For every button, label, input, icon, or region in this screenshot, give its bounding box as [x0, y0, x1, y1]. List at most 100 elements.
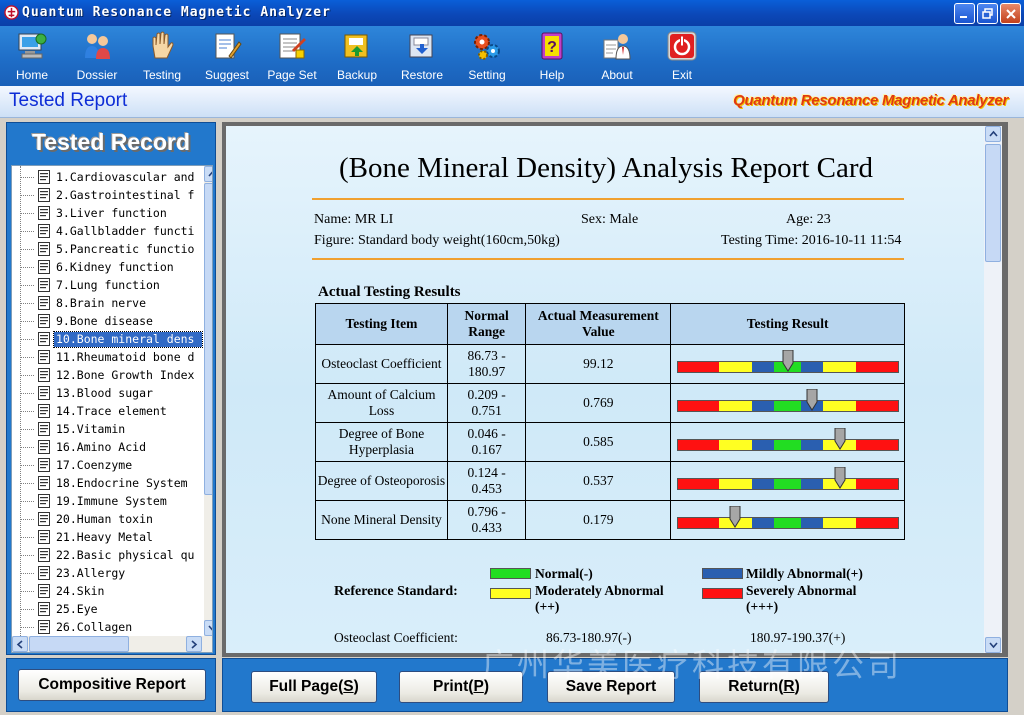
tree-item[interactable]: 1.Cardiovascular and: [12, 168, 202, 186]
tree-item[interactable]: 11.Rheumatoid bone d: [12, 348, 202, 366]
toolbar-about-button[interactable]: About: [586, 28, 648, 84]
tree-item[interactable]: 4.Gallbladder functi: [12, 222, 202, 240]
cell-normal-range: 86.73 - 180.97: [446, 344, 527, 384]
result-gauge: [676, 350, 899, 373]
toolbar-dossier-button[interactable]: Dossier: [66, 28, 128, 84]
tree-item[interactable]: 3.Liver function: [12, 204, 202, 222]
reference-label: Reference Standard:: [334, 584, 458, 599]
tree-item[interactable]: 9.Bone disease: [12, 312, 202, 330]
tree-item[interactable]: 15.Vitamin: [12, 420, 202, 438]
gauge-segment-mild: [752, 440, 775, 450]
tree-item[interactable]: 17.Coenzyme: [12, 456, 202, 474]
tree-item[interactable]: 25.Eye: [12, 600, 202, 618]
restore-icon: [409, 34, 433, 58]
tree-connector: [20, 411, 34, 412]
close-window-button[interactable]: [1000, 3, 1021, 24]
tree-item[interactable]: 8.Brain nerve: [12, 294, 202, 312]
tree-item[interactable]: 16.Amino Acid: [12, 438, 202, 456]
document-icon: [38, 296, 50, 310]
compositive-report-button[interactable]: Compositive Report: [18, 669, 206, 701]
toolbar-help-button[interactable]: ? Help: [521, 28, 583, 84]
report-vertical-scrollbar[interactable]: [984, 126, 1002, 653]
tree-item[interactable]: 23.Allergy: [12, 564, 202, 582]
gauge-segment-mild: [800, 518, 823, 528]
full-page-button[interactable]: Full Page(S): [251, 671, 377, 703]
cell-actual-value: 0.537: [525, 461, 672, 501]
normal-range-text: 86.73 - 180.97: [467, 348, 506, 379]
tree-connector: [20, 213, 34, 214]
toolbar-exit-button[interactable]: Exit: [651, 28, 713, 84]
tree-item[interactable]: 22.Basic physical qu: [12, 546, 202, 564]
scroll-up-button[interactable]: [985, 126, 1001, 142]
tree-connector: [20, 627, 34, 628]
tree-item[interactable]: 5.Pancreatic functio: [12, 240, 202, 258]
tree-item[interactable]: 10.Bone mineral dens: [12, 330, 203, 348]
gears-icon: [474, 34, 500, 60]
save-report-button[interactable]: Save Report: [547, 671, 675, 703]
h-scroll-thumb[interactable]: [29, 636, 129, 652]
print-button[interactable]: Print(P): [399, 671, 523, 703]
scroll-right-button[interactable]: [186, 636, 202, 652]
normal-range-text: 0.046 - 0.167: [467, 426, 506, 457]
divider: [312, 198, 904, 200]
toolbar-testing-button[interactable]: Testing: [131, 28, 193, 84]
tree-item[interactable]: 26.Collagen: [12, 618, 202, 636]
cell-testing-result: [670, 461, 905, 501]
tree-item[interactable]: 7.Lung function: [12, 276, 202, 294]
scroll-thumb[interactable]: [985, 144, 1001, 262]
toolbar-restore-button[interactable]: Restore: [391, 28, 453, 84]
gauge-segment-severe: [677, 362, 720, 372]
tree-item[interactable]: 19.Immune System: [12, 492, 202, 510]
document-icon: [38, 530, 50, 544]
legend-moderate-line1: Moderately Abnormal: [535, 583, 664, 598]
table-row: Degree of Bone Hyperplasia 0.046 - 0.167 0…: [315, 422, 905, 462]
tree-connector: [20, 339, 34, 340]
return-button[interactable]: Return(R): [699, 671, 829, 703]
tree-item-label: 21.Heavy Metal: [56, 530, 153, 544]
toolbar-page-set-button[interactable]: Page Set: [261, 28, 323, 84]
tree-item[interactable]: 6.Kidney function: [12, 258, 202, 276]
document-icon: [38, 242, 50, 256]
tree-horizontal-scrollbar[interactable]: [12, 636, 212, 652]
tree-item[interactable]: 20.Human toxin: [12, 510, 202, 528]
toolbar-backup-button[interactable]: Backup: [326, 28, 388, 84]
tree-item[interactable]: 18.Endocrine System: [12, 474, 202, 492]
document-icon: [38, 314, 50, 328]
tree-item[interactable]: 13.Blood sugar: [12, 384, 202, 402]
tree-item[interactable]: 24.Skin: [12, 582, 202, 600]
tree-item[interactable]: 14.Trace element: [12, 402, 202, 420]
results-heading: Actual Testing Results: [318, 284, 461, 300]
toolbar-setting-button[interactable]: Setting: [456, 28, 518, 84]
restore-window-button[interactable]: [977, 3, 998, 24]
scroll-up-button[interactable]: [204, 166, 212, 182]
scroll-thumb[interactable]: [204, 183, 212, 495]
scroll-down-button[interactable]: [985, 637, 1001, 653]
document-icon: [38, 584, 50, 598]
testing-item-text: None Mineral Density: [321, 512, 442, 527]
tree-item[interactable]: 12.Bone Growth Index: [12, 366, 202, 384]
toolbar-label: Testing: [142, 68, 182, 82]
tree-item[interactable]: 2.Gastrointestinal f: [12, 186, 202, 204]
scroll-left-button[interactable]: [12, 636, 28, 652]
tree-connector: [20, 357, 34, 358]
gauge-segment-severe: [855, 518, 898, 528]
tree-connector: [20, 465, 34, 466]
panel-title: Tested Record: [31, 129, 191, 155]
toolbar-home-button[interactable]: Home: [1, 28, 63, 84]
gauge-segment-severe: [855, 440, 898, 450]
close-icon: [1006, 9, 1016, 19]
gauge-segment-moderate: [822, 362, 856, 372]
cell-normal-range: 0.124 - 0.453: [446, 461, 527, 501]
brand-logo-text: Quantum Resonance Magnetic Analyzer: [733, 92, 1008, 109]
normal-range-text: 0.796 - 0.433: [467, 504, 506, 535]
legend-mild: Mildly Abnormal(+): [746, 566, 863, 581]
gauge-marker-icon: [834, 467, 846, 489]
scroll-down-button[interactable]: [204, 620, 212, 636]
tree-vertical-scrollbar[interactable]: [204, 166, 212, 636]
normal-range-text: 0.124 - 0.453: [467, 465, 506, 496]
toolbar-suggest-button[interactable]: Suggest: [196, 28, 258, 84]
tree-item[interactable]: 21.Heavy Metal: [12, 528, 202, 546]
cell-actual-value: 0.585: [525, 422, 672, 462]
tree-item-label: 12.Bone Growth Index: [56, 368, 195, 382]
minimize-button[interactable]: [954, 3, 975, 24]
